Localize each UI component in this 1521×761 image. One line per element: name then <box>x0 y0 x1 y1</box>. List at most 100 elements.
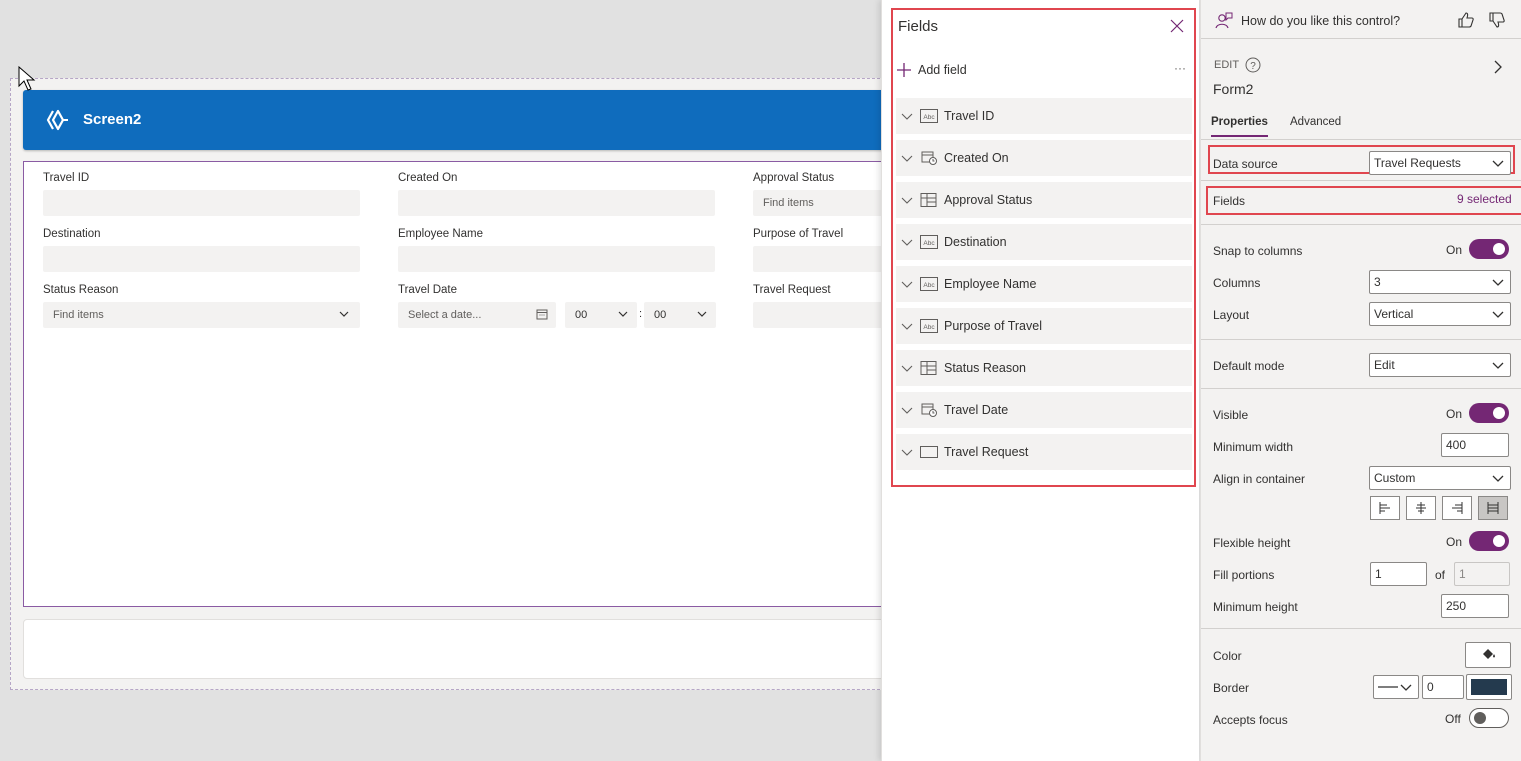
thumbs-up-icon[interactable] <box>1457 11 1475 29</box>
min-height-input[interactable]: 250 <box>1441 594 1509 618</box>
time-separator: : <box>639 308 643 320</box>
tab-advanced[interactable]: Advanced <box>1290 116 1341 128</box>
field-label: Travel Date <box>398 284 458 296</box>
edit-form[interactable]: Travel ID Created On Approval Status Fin… <box>23 161 903 607</box>
svg-text:?: ? <box>1250 61 1256 72</box>
employee-name-input[interactable] <box>398 246 715 272</box>
add-field-button[interactable]: Add field <box>896 62 967 78</box>
fields-list-item[interactable]: Abc Purpose of Travel <box>896 308 1192 344</box>
visible-state: On <box>1446 407 1463 421</box>
svg-text:Abc: Abc <box>923 282 935 289</box>
more-options-icon[interactable]: ··· <box>1174 61 1186 75</box>
plus-icon <box>897 63 911 77</box>
fields-list-item[interactable]: Abc Destination <box>896 224 1192 260</box>
chevron-down-icon[interactable] <box>900 151 914 165</box>
destination-input[interactable] <box>43 246 360 272</box>
field-item-label: Approval Status <box>944 193 1033 207</box>
divider <box>1201 339 1521 340</box>
border-color-picker[interactable] <box>1466 674 1512 700</box>
help-icon[interactable]: ? <box>1245 57 1261 73</box>
data-source-dropdown[interactable]: Travel Requests <box>1369 151 1511 175</box>
chevron-down-icon[interactable] <box>900 277 914 291</box>
minute-dropdown[interactable]: 00 <box>644 302 716 328</box>
fields-list-item[interactable]: Created On <box>896 140 1192 176</box>
fields-list-item[interactable]: Travel Request <box>896 434 1192 470</box>
footer-container[interactable] <box>23 619 903 679</box>
field-item-label: Employee Name <box>944 277 1037 291</box>
screen-header[interactable]: Screen2 <box>23 90 903 150</box>
tab-properties[interactable]: Properties <box>1211 116 1268 137</box>
field-item-label: Travel Date <box>944 403 1009 417</box>
chevron-down-icon[interactable] <box>900 361 914 375</box>
form-field-travel-request: Travel Request <box>753 284 893 328</box>
form-field-status-reason: Status Reason Find items <box>43 284 360 328</box>
choice-field-icon <box>920 193 937 207</box>
field-label: Status Reason <box>43 284 119 296</box>
min-height-label: Minimum height <box>1213 600 1298 614</box>
travel-date-picker[interactable]: Select a date... <box>398 302 556 328</box>
fields-list-item[interactable]: Status Reason <box>896 350 1192 386</box>
created-on-input[interactable] <box>398 190 715 216</box>
travel-id-input[interactable] <box>43 190 360 216</box>
fill-total-value: 1 <box>1459 567 1466 581</box>
accepts-focus-label: Accepts focus <box>1213 713 1288 727</box>
fill-total-input: 1 <box>1454 562 1510 586</box>
fill-portions-value: 1 <box>1375 567 1382 581</box>
visible-toggle[interactable] <box>1469 403 1509 423</box>
datetime-field-icon <box>921 403 937 417</box>
text-field-icon: Abc <box>920 235 938 249</box>
paint-bucket-icon <box>1483 649 1495 659</box>
hour-dropdown[interactable]: 00 <box>565 302 637 328</box>
chevron-down-icon[interactable] <box>900 403 914 417</box>
chevron-down-icon[interactable] <box>900 193 914 207</box>
chevron-down-icon[interactable] <box>900 445 914 459</box>
chevron-right-icon[interactable] <box>1491 59 1505 75</box>
flex-height-toggle[interactable] <box>1469 531 1509 551</box>
fields-list-item[interactable]: Abc Travel ID <box>896 98 1192 134</box>
layout-label: Layout <box>1213 308 1250 322</box>
layout-dropdown[interactable]: Vertical <box>1369 302 1511 326</box>
fields-list-item[interactable]: Abc Employee Name <box>896 266 1192 302</box>
field-label: Travel Request <box>753 284 831 296</box>
align-start-button[interactable] <box>1370 496 1400 520</box>
layout-value: Vertical <box>1374 307 1414 321</box>
border-style-dropdown[interactable] <box>1373 675 1419 699</box>
chevron-down-icon[interactable] <box>900 235 914 249</box>
chevron-down-icon[interactable] <box>900 319 914 333</box>
fields-list-item[interactable]: Travel Date <box>896 392 1192 428</box>
properties-panel: How do you like this control? EDIT ? For… <box>1200 0 1521 761</box>
chevron-down-icon[interactable] <box>900 109 914 123</box>
travel-request-input[interactable] <box>753 302 893 328</box>
snap-toggle[interactable] <box>1469 239 1509 259</box>
fill-portions-input[interactable]: 1 <box>1370 562 1427 586</box>
calendar-icon <box>536 309 548 320</box>
purpose-input[interactable] <box>753 246 893 272</box>
columns-dropdown[interactable]: 3 <box>1369 270 1511 294</box>
align-dropdown[interactable]: Custom <box>1369 466 1511 490</box>
min-width-input[interactable]: 400 <box>1441 433 1509 457</box>
default-mode-dropdown[interactable]: Edit <box>1369 353 1511 377</box>
fields-list-item[interactable]: Approval Status <box>896 182 1192 218</box>
edit-label: EDIT <box>1214 59 1240 71</box>
color-picker-button[interactable] <box>1465 642 1511 668</box>
fields-selected-link[interactable]: 9 selected <box>1457 192 1512 206</box>
feedback-prompt: How do you like this control? <box>1215 12 1400 30</box>
thumbs-down-icon[interactable] <box>1488 11 1506 29</box>
status-reason-combobox[interactable]: Find items <box>43 302 360 328</box>
align-center-button[interactable] <box>1406 496 1436 520</box>
form-field-created-on: Created On <box>398 172 715 216</box>
text-field-icon: Abc <box>920 109 938 123</box>
default-mode-label: Default mode <box>1213 359 1285 373</box>
align-stretch-button[interactable] <box>1478 496 1508 520</box>
close-icon[interactable] <box>1169 18 1185 34</box>
chevron-down-icon <box>1492 279 1504 286</box>
field-item-label: Status Reason <box>944 361 1026 375</box>
align-end-button[interactable] <box>1442 496 1472 520</box>
color-label: Color <box>1213 649 1242 663</box>
accepts-focus-toggle[interactable] <box>1469 708 1509 728</box>
approval-status-combobox[interactable]: Find items <box>753 190 893 216</box>
field-item-label: Travel ID <box>944 109 995 123</box>
border-width-input[interactable]: 0 <box>1422 675 1464 699</box>
snap-label: Snap to columns <box>1213 244 1303 258</box>
align-right-icon <box>1452 502 1463 514</box>
